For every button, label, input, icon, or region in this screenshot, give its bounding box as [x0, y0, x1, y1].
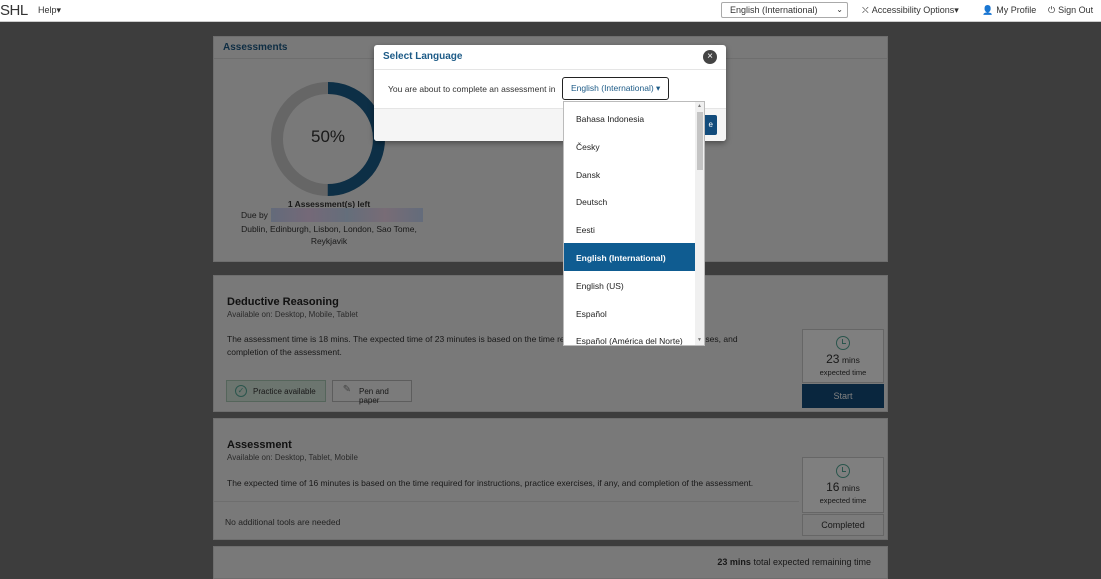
caret-down-icon: ▾ [56, 5, 62, 15]
language-option[interactable]: Česky [564, 132, 695, 160]
language-dropdown-value: English (International) [571, 83, 654, 93]
power-icon: ⏻ [1048, 5, 1056, 15]
scrollbar-thumb[interactable] [697, 112, 703, 170]
sign-out-link[interactable]: ⏻ Sign Out [1048, 5, 1093, 16]
my-profile-link[interactable]: 👤 My Profile [982, 5, 1036, 16]
modal-title: Select Language [383, 51, 463, 62]
scroll-down-icon[interactable]: ▼ [697, 337, 702, 343]
language-option[interactable]: English (US) [564, 271, 695, 299]
language-option[interactable]: Español (América del Norte) [564, 326, 695, 345]
help-menu[interactable]: Help▾ [38, 5, 61, 16]
scroll-up-icon[interactable]: ▲ [697, 103, 702, 109]
language-option[interactable]: Español [564, 299, 695, 327]
my-profile-label: My Profile [996, 5, 1037, 15]
divider [374, 69, 726, 70]
scrollbar[interactable]: ▲ ▼ [695, 102, 704, 345]
accessibility-label: Accessibility Options [871, 5, 955, 15]
accessibility-options-menu[interactable]: ⛌ Accessibility Options▾ [862, 5, 959, 16]
shl-logo: SHL [0, 2, 28, 19]
sign-out-label: Sign Out [1058, 5, 1094, 15]
user-icon: 👤 [982, 5, 994, 15]
caret-down-icon: ▾ [954, 5, 959, 15]
language-select-value: English (International) [730, 5, 818, 15]
modal-text: You are about to complete an assessment … [388, 84, 556, 94]
language-option[interactable]: Bahasa Indonesia [564, 104, 695, 132]
close-icon[interactable]: × [703, 50, 717, 64]
language-options-list[interactable]: Bahasa Indonesia Česky Dansk Deutsch Eesti En… [563, 101, 705, 346]
accessibility-icon: ⛌ [862, 5, 869, 15]
chevron-down-icon: ⌄ [836, 5, 843, 14]
language-option[interactable]: Eesti [564, 215, 695, 243]
language-option[interactable]: Deutsch [564, 187, 695, 215]
top-navbar: SHL Help▾ English (International) ⌄ ⛌ Acc… [0, 0, 1101, 22]
language-option[interactable]: English (International) [564, 243, 695, 271]
language-select[interactable]: English (International) ⌄ [721, 2, 848, 18]
help-label: Help [38, 5, 57, 15]
caret-down-icon: ▾ [653, 83, 661, 93]
language-dropdown[interactable]: English (International) ▾ [562, 77, 669, 100]
language-option[interactable]: Dansk [564, 160, 695, 188]
